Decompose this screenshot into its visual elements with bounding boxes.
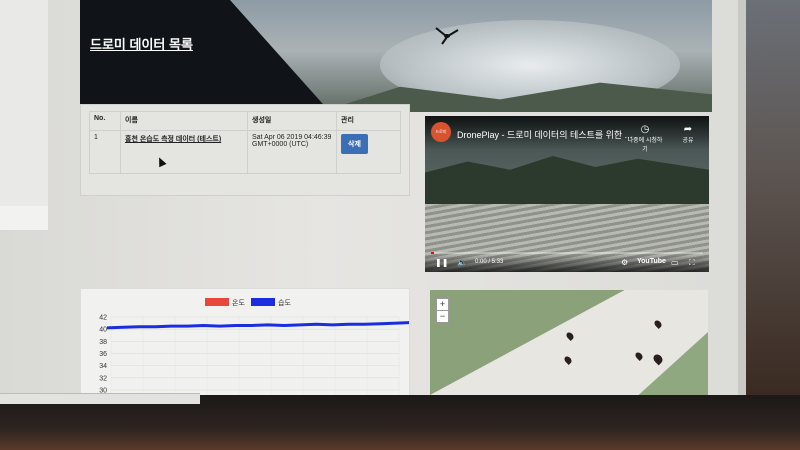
y-tick-label: 34 [99, 363, 107, 370]
row-date: Sat Apr 06 2019 04:46:39 GMT+0000 (UTC) [247, 130, 337, 174]
map-view[interactable]: + − [430, 290, 708, 395]
dataset-link[interactable]: 홍천 온습도 측정 데이터 (테스트) [125, 136, 221, 143]
delete-button[interactable]: 삭제 [341, 134, 368, 154]
series-line-humidity [106, 321, 409, 330]
legend-swatch [251, 298, 275, 306]
share-label: 공유 [682, 138, 694, 144]
y-tick-label: 42 [99, 315, 107, 322]
settings-icon[interactable]: ⚙ [621, 258, 628, 267]
watch-later-button[interactable]: ◷ 나중에 시청하기 [625, 124, 665, 153]
taskbar-strip [0, 393, 200, 404]
left-panel-section [0, 206, 48, 230]
map-marker[interactable] [634, 351, 644, 361]
row-name-cell: 홍천 온습도 측정 데이터 (테스트) [120, 130, 248, 174]
watch-later-label: 나중에 시청하기 [627, 138, 663, 153]
chart-card: 온도 습도 30 32 34 36 38 40 42 [80, 288, 410, 397]
col-header-date: 생성일 [247, 111, 337, 131]
monitor-bezel-right [738, 0, 800, 395]
drone-icon [435, 27, 459, 45]
zoom-out-button[interactable]: − [436, 310, 449, 323]
legend-label: 온도 [232, 299, 245, 307]
video-title[interactable]: DronePlay - 드로미 데이터의 테스트를 위한 ... [457, 128, 632, 141]
legend-swatch [205, 298, 229, 306]
pause-icon[interactable]: ❚❚ [435, 258, 448, 267]
map-marker[interactable] [653, 319, 663, 329]
map-marker[interactable] [563, 355, 573, 365]
temp-humidity-chart: 온도 습도30323436384042 [99, 298, 409, 396]
volume-icon[interactable]: 🔈 [457, 258, 467, 267]
share-icon: ➦ [683, 124, 693, 135]
page-title[interactable]: 드로미 데이터 목록 [90, 34, 193, 53]
legend-label: 습도 [278, 298, 291, 307]
map-marker[interactable] [565, 331, 575, 341]
data-table: No. 이름 생성일 관리 1 홍천 온습도 측정 데이터 (테스트) Sat … [89, 111, 401, 174]
clock-icon: ◷ [640, 124, 650, 135]
map-marker[interactable] [651, 352, 665, 366]
video-player[interactable]: 드로미 DronePlay - 드로미 데이터의 테스트를 위한 ... ◷ 나… [425, 116, 709, 272]
fullscreen-icon[interactable]: ⛶ [689, 258, 695, 268]
banner-shadow [80, 0, 330, 112]
col-header-manage: 관리 [336, 111, 401, 131]
cast-icon[interactable]: ▭ [671, 258, 679, 267]
row-actions: 삭제 [336, 130, 401, 174]
row-no: 1 [89, 130, 121, 174]
youtube-logo[interactable]: YouTube [637, 258, 666, 265]
left-panel [0, 0, 48, 230]
table-header-row: No. 이름 생성일 관리 [89, 111, 401, 131]
share-button[interactable]: ➦ 공유 [675, 124, 701, 144]
channel-logo[interactable]: 드로미 [431, 122, 451, 142]
data-list-card: No. 이름 생성일 관리 1 홍천 온습도 측정 데이터 (테스트) Sat … [80, 104, 410, 196]
y-tick-label: 36 [99, 351, 107, 358]
y-tick-label: 40 [99, 327, 107, 334]
table-row: 1 홍천 온습도 측정 데이터 (테스트) Sat Apr 06 2019 04… [89, 130, 401, 174]
y-tick-label: 38 [99, 339, 107, 346]
y-tick-label: 32 [99, 375, 107, 382]
video-controls: ❚❚ 🔈 0:00 / 5:33 ⚙ YouTube ▭ ⛶ [425, 254, 709, 272]
video-trees [425, 156, 709, 211]
header-banner: 드로미 데이터 목록 [80, 0, 712, 112]
col-header-name: 이름 [120, 111, 248, 131]
col-header-no: No. [89, 111, 121, 131]
video-time: 0:00 / 5:33 [475, 259, 504, 265]
